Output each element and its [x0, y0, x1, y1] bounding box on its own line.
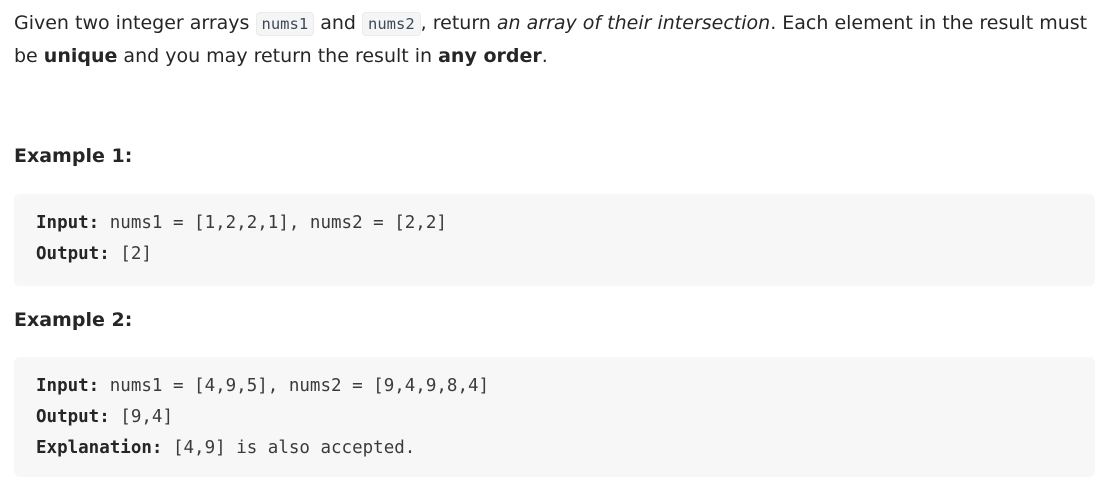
output-value: [9,4] [109, 407, 173, 427]
statement-text: , return [420, 12, 497, 34]
explanation-label: Explanation: [36, 438, 163, 458]
statement-emphasis: an array of their intersection [496, 12, 771, 34]
input-label: Input: [36, 376, 100, 396]
example-2-explanation-line: Explanation: [4,9] is also accepted. [36, 433, 1073, 464]
example-1-title: Example 1: [14, 145, 133, 167]
statement-text: and you may return the result in [117, 45, 439, 67]
explanation-value: [4,9] is also accepted. [162, 438, 416, 458]
example-1-output-line: Output: [2] [36, 239, 1073, 270]
inline-code-nums1: nums1 [255, 12, 315, 36]
input-label: Input: [36, 213, 100, 233]
statement-bold-unique: unique [43, 45, 118, 67]
example-2-box: Input: nums1 = [4,9,5], nums2 = [9,4,9,8… [14, 357, 1095, 477]
output-label: Output: [36, 407, 110, 427]
statement-text: Given two integer arrays [14, 12, 256, 34]
problem-description-page: Given two integer arrays nums1 and nums2… [0, 0, 1108, 477]
input-value: nums1 = [4,9,5], nums2 = [9,4,9,8,4] [99, 376, 490, 396]
example-2-input-line: Input: nums1 = [4,9,5], nums2 = [9,4,9,8… [36, 371, 1073, 402]
input-value: nums1 = [1,2,2,1], nums2 = [2,2] [99, 213, 447, 233]
problem-statement: Given two integer arrays nums1 and nums2… [14, 7, 1099, 72]
output-label: Output: [36, 244, 110, 264]
example-2-title: Example 2: [14, 309, 133, 331]
example-1-box: Input: nums1 = [1,2,2,1], nums2 = [2,2] … [14, 194, 1095, 286]
statement-text: and [314, 12, 362, 34]
statement-text: . [541, 45, 548, 67]
output-value: [2] [109, 244, 152, 264]
example-2-output-line: Output: [9,4] [36, 402, 1073, 433]
inline-code-nums2: nums2 [362, 12, 421, 36]
example-1-input-line: Input: nums1 = [1,2,2,1], nums2 = [2,2] [36, 208, 1073, 239]
statement-bold-any-order: any order [438, 45, 542, 67]
